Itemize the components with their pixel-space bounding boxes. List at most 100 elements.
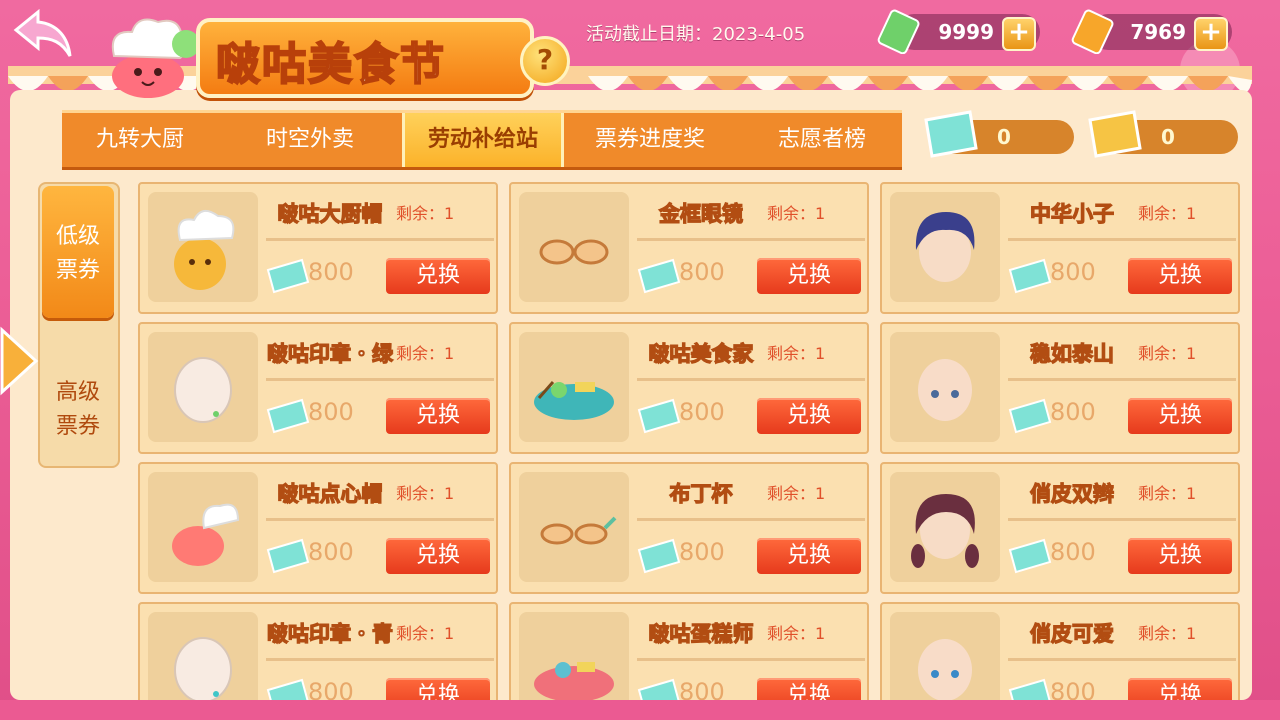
divider (266, 518, 494, 521)
item-thumbnail (890, 612, 1000, 700)
item-card: 俏皮可爱 剩余：1 800 兑换 (880, 602, 1240, 700)
gold-ticket-icon (1071, 9, 1114, 54)
dessert-hat-icon (172, 503, 240, 566)
back-button[interactable] (12, 8, 74, 62)
item-name: 啵咕蛋糕师 (648, 621, 754, 646)
redeem-button[interactable]: 兑换 (757, 678, 861, 700)
tab-supply-station[interactable]: 劳动补给站 (402, 113, 564, 167)
item-name: 金框眼镜 (658, 201, 743, 226)
add-gold-currency-button[interactable]: + (1194, 17, 1228, 51)
low-ticket-tab-label-1: 低级 (55, 224, 100, 249)
item-card: 啵咕点心帽 剩余：1 800 兑换 (138, 462, 498, 594)
high-ticket-counter: 0 (1088, 110, 1238, 158)
item-thumbnail (519, 472, 629, 582)
green-ticket-icon (877, 9, 920, 54)
redeem-button[interactable]: 兑换 (1128, 258, 1232, 294)
glasses-icon (539, 239, 609, 265)
cyan-ticket-icon (1008, 398, 1052, 434)
redeem-button[interactable]: 兑换 (1128, 678, 1232, 700)
green-currency-amount: 9999 (938, 20, 994, 44)
item-thumbnail (148, 192, 258, 302)
redeem-button[interactable]: 兑换 (386, 398, 490, 434)
item-card: 俏皮双辫 剩余：1 800 兑换 (880, 462, 1240, 594)
low-ticket-counter: 0 (924, 110, 1074, 158)
item-name: 中华小子 (1029, 201, 1114, 226)
item-remaining: 剩余：1 (1138, 484, 1197, 503)
item-price: 800 (679, 258, 725, 286)
back-arrow-icon (13, 8, 72, 57)
redeem-button[interactable]: 兑换 (386, 538, 490, 574)
item-remaining: 剩余：1 (767, 204, 826, 223)
item-remaining: 剩余：1 (1138, 624, 1197, 643)
redeem-button[interactable]: 兑换 (386, 258, 490, 294)
cyan-ticket-icon (266, 538, 310, 574)
item-remaining: 剩余：1 (767, 624, 826, 643)
redeem-button[interactable]: 兑换 (757, 398, 861, 434)
divider (1008, 658, 1236, 661)
item-price: 800 (308, 678, 354, 700)
item-thumbnail (519, 612, 629, 700)
ticket-tier-sidebar: 低级 票券 高级 票券 (38, 182, 120, 468)
green-currency-counter: 9999 + (877, 9, 1040, 54)
item-remaining: 剩余：1 (396, 484, 455, 503)
help-button[interactable]: ? (520, 36, 570, 86)
pudding-glasses-icon (540, 516, 617, 545)
item-card: 中华小子 剩余：1 800 兑换 (880, 182, 1240, 314)
expand-arrow-icon[interactable] (0, 326, 40, 396)
item-price: 800 (1050, 538, 1096, 566)
chef-hat-icon (174, 209, 235, 290)
tab-volunteer-ranking[interactable]: 志愿者榜 (742, 113, 902, 167)
event-deadline: 活动截止日期：2023-4-05 (586, 24, 806, 45)
item-price: 800 (1050, 678, 1096, 700)
low-ticket-tab-label-2: 票券 (55, 258, 100, 283)
item-remaining: 剩余：1 (767, 344, 826, 363)
redeem-button[interactable]: 兑换 (386, 678, 490, 700)
item-card: 啵咕印章・绿 剩余：1 800 兑换 (138, 322, 498, 454)
item-remaining: 剩余：1 (1138, 344, 1197, 363)
divider (1008, 518, 1236, 521)
divider (266, 658, 494, 661)
item-name: 啵咕点心帽 (277, 481, 383, 506)
item-name: 稳如泰山 (1029, 341, 1114, 366)
redeem-button[interactable]: 兑换 (1128, 538, 1232, 574)
bottom-border (0, 700, 1280, 720)
item-thumbnail (519, 332, 629, 442)
tab-chef[interactable]: 九转大厨 (62, 113, 218, 167)
cyan-ticket-icon (1008, 678, 1051, 700)
divider (266, 238, 494, 241)
item-thumbnail (890, 332, 1000, 442)
low-ticket-tab[interactable]: 低级 票券 (42, 186, 114, 318)
item-thumbnail (148, 612, 258, 700)
item-price: 800 (679, 678, 725, 700)
divider (637, 658, 865, 661)
high-ticket-tab[interactable]: 高级 票券 (42, 364, 114, 460)
food-mount-icon (534, 381, 614, 420)
redeem-button[interactable]: 兑换 (757, 258, 861, 294)
high-ticket-tab-label-2: 票券 (55, 414, 100, 439)
item-thumbnail (519, 192, 629, 302)
divider (637, 378, 865, 381)
tab-ticket-progress[interactable]: 票券进度奖 (566, 113, 734, 167)
cyan-ticket-icon (637, 678, 680, 700)
item-name: 俏皮可爱 (1029, 621, 1114, 646)
add-green-currency-button[interactable]: + (1002, 17, 1036, 51)
event-title-plate: 啵咕美食节 (196, 18, 534, 98)
item-remaining: 剩余：1 (767, 484, 826, 503)
cake-mount-icon (534, 662, 614, 700)
item-price: 800 (1050, 258, 1096, 286)
blue-hair-head-icon (915, 212, 975, 282)
divider (266, 378, 494, 381)
low-ticket-count: 0 (997, 125, 1011, 149)
item-card: 啵咕大厨帽 剩余：1 800 兑换 (138, 182, 498, 314)
redeem-button[interactable]: 兑换 (757, 538, 861, 574)
item-price: 800 (308, 538, 354, 566)
divider (1008, 238, 1236, 241)
high-ticket-tab-label-1: 高级 (55, 380, 100, 405)
item-name: 俏皮双辫 (1029, 481, 1114, 506)
cyan-ticket-icon (637, 538, 681, 574)
redeem-button[interactable]: 兑换 (1128, 398, 1232, 434)
item-name: 啵咕大厨帽 (277, 201, 383, 226)
event-title: 啵咕美食节 (215, 38, 446, 91)
tab-delivery[interactable]: 时空外卖 (226, 113, 394, 167)
item-price: 800 (308, 258, 354, 286)
